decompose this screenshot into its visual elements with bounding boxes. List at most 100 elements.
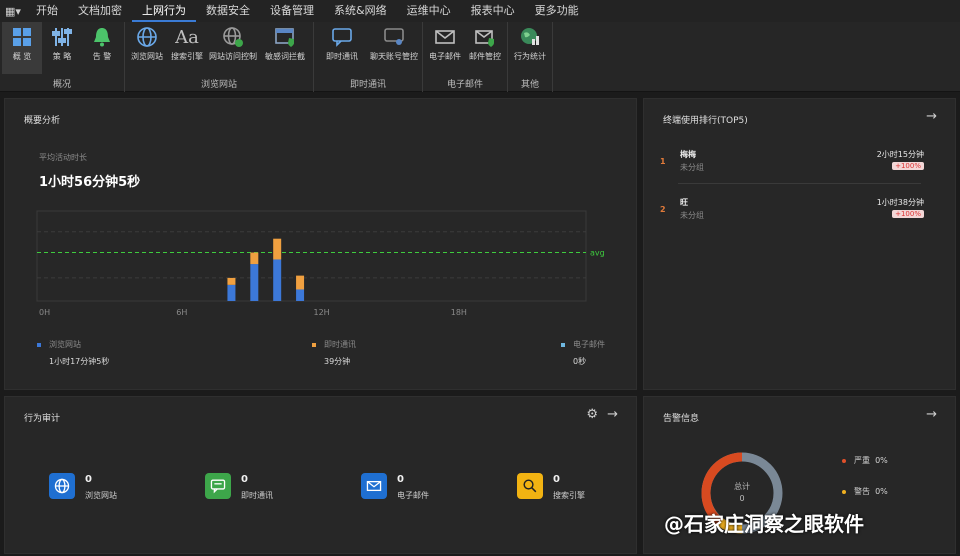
browse-web-label: 浏览网站 [131, 52, 163, 61]
mail-shield-icon [473, 25, 497, 49]
menu-more[interactable]: 更多功能 [525, 0, 589, 22]
ribbon-group-other: 行为统计 其他 [508, 22, 553, 92]
rank-change-badge: +100% [892, 162, 924, 170]
ribbon-group-title: 其他 [520, 80, 539, 90]
audit-more-arrow-icon[interactable]: → [607, 407, 618, 422]
legend-im: 即时通讯 39分钟 [312, 339, 356, 367]
chart-bar [250, 252, 259, 265]
menu-doc-encrypt[interactable]: 文档加密 [68, 0, 132, 22]
alarm-title: 告警信息 [663, 414, 700, 424]
alarm-legend-warning: 警告 0% [842, 486, 888, 497]
menu-start[interactable]: 开始 [26, 0, 68, 22]
menu-report-center[interactable]: 报表中心 [461, 0, 525, 22]
alarm-button[interactable]: 告 警 [82, 22, 122, 74]
audit-count: 0 [553, 474, 560, 485]
behavior-stats-button[interactable]: 行为统计 [510, 22, 550, 74]
chart-bar [296, 289, 305, 301]
legend-email: 电子邮件 0秒 [561, 339, 605, 367]
ribbon-group-title: 概况 [52, 80, 71, 90]
chat-account-control-button[interactable]: 聊天账号管控 [368, 22, 420, 74]
instant-messaging-label: 即时通讯 [326, 52, 358, 61]
email-label: 电子邮件 [429, 52, 461, 61]
audit-panel: 行为审计 ⚙ → 0 浏览网站 0 即时通讯 0 电子邮件 0 搜索引擎 [4, 396, 637, 554]
audit-count: 0 [397, 474, 404, 485]
mail-icon [361, 473, 387, 499]
menu-system-network[interactable]: 系统&网络 [324, 0, 397, 22]
overview-title: 概要分析 [24, 116, 61, 126]
rank-time: 1小时38分钟 [876, 198, 924, 207]
alarm-severe-value: 0% [875, 456, 888, 465]
audit-label: 电子邮件 [397, 491, 429, 500]
legend-email-value: 0秒 [573, 357, 587, 366]
chart-bar [273, 238, 282, 260]
rank-number: 2 [660, 205, 666, 214]
instant-messaging-button[interactable]: 即时通讯 [316, 22, 368, 74]
site-access-control-button[interactable]: 网站访问控制 [207, 22, 259, 74]
overview-button[interactable]: 概 览 [2, 22, 42, 74]
rank-name: 梅梅 [680, 150, 696, 159]
legend-im-name: 即时通讯 [324, 340, 356, 349]
behavior-stats-label: 行为统计 [514, 52, 546, 61]
audit-count: 0 [241, 474, 248, 485]
search-icon [517, 473, 543, 499]
audit-label: 即时通讯 [241, 491, 273, 500]
ranking-more-arrow-icon[interactable]: → [926, 109, 937, 124]
rank-group: 未分组 [680, 163, 704, 172]
alarm-severe-dot [842, 458, 846, 463]
email-button[interactable]: 电子邮件 [425, 22, 465, 74]
alarm-more-arrow-icon[interactable]: → [926, 407, 937, 422]
alarm-label: 告 警 [92, 52, 112, 61]
menu-device-management[interactable]: 设备管理 [260, 0, 324, 22]
search-engine-button[interactable]: Aa 搜索引擎 [167, 22, 207, 74]
app-menu-icon[interactable]: ▦▾ [0, 0, 26, 22]
grid-icon [10, 25, 34, 49]
chat-user-icon [382, 25, 406, 49]
menu-internet-behavior[interactable]: 上网行为 [132, 0, 196, 22]
chart-frame [36, 210, 587, 302]
mail-icon [433, 25, 457, 49]
menu-data-security[interactable]: 数据安全 [196, 0, 260, 22]
ribbon-group-im: 即时通讯 聊天账号管控 即时通讯 [314, 22, 423, 92]
ranking-row[interactable]: 2 旺 未分组 1小时38分钟 +100% [644, 195, 940, 239]
legend-browse: 浏览网站 1小时17分钟5秒 [37, 339, 109, 367]
ribbon-group-title: 电子邮件 [446, 80, 483, 90]
ribbon-group-browse: 浏览网站 Aa 搜索引擎 网站访问控制 敏感词拦截 浏览网站 [125, 22, 314, 92]
chart-x-tick: 18H [451, 308, 467, 317]
earth-chart-icon [518, 25, 542, 49]
chart-x-tick: 0H [39, 308, 50, 317]
chart-x-tick: 6H [176, 308, 187, 317]
activity-chart: avg 0H 6H 12H 18H [36, 210, 605, 317]
ribbon-group-title: 即时通讯 [349, 80, 386, 90]
legend-email-name: 电子邮件 [573, 340, 605, 349]
alarm-warning-name: 警告 [854, 487, 870, 496]
globe-icon [135, 25, 159, 49]
browse-web-button[interactable]: 浏览网站 [127, 22, 167, 74]
legend-browse-name: 浏览网站 [49, 340, 81, 349]
chart-bar [296, 275, 305, 290]
avg-activity-value: 1小时56分钟5秒 [39, 175, 141, 190]
policy-button[interactable]: 策 略 [42, 22, 82, 74]
sensitive-word-label: 敏感词拦截 [265, 52, 305, 61]
audit-label: 搜索引擎 [553, 491, 585, 500]
chat-account-control-label: 聊天账号管控 [370, 52, 418, 61]
ranking-row[interactable]: 1 梅梅 未分组 2小时15分钟 +100% [644, 147, 940, 191]
chart-avg-label: avg [590, 249, 605, 258]
ranking-divider [678, 183, 921, 184]
rank-change-badge: +100% [892, 210, 924, 218]
window-shield-icon [273, 25, 297, 49]
alarm-total-value: 0 [739, 494, 744, 503]
ranking-panel: 终端使用排行(TOP5) → 1 梅梅 未分组 2小时15分钟 +100% 2 … [643, 98, 956, 390]
ribbon-group-email: 电子邮件 邮件管控 电子邮件 [423, 22, 508, 92]
policy-label: 策 略 [52, 52, 72, 61]
email-control-button[interactable]: 邮件管控 [465, 22, 505, 74]
ribbon-group-overview: 概 览 策 略 告 警 概况 [0, 22, 125, 92]
legend-im-value: 39分钟 [324, 357, 351, 366]
audit-settings-gear-icon[interactable]: ⚙ [586, 407, 598, 422]
sensitive-word-button[interactable]: 敏感词拦截 [259, 22, 311, 74]
ribbon: 概 览 策 略 告 警 概况 浏览网站 Aa 搜索引擎 网站访问控制 敏感词拦截… [0, 22, 960, 92]
chart-bar [227, 284, 236, 301]
menu-ops-center[interactable]: 运维中心 [397, 0, 461, 22]
font-icon: Aa [175, 26, 199, 48]
avg-activity-label: 平均活动时长 [39, 153, 87, 162]
watermark: @石家庄洞察之眼软件 [664, 512, 864, 536]
